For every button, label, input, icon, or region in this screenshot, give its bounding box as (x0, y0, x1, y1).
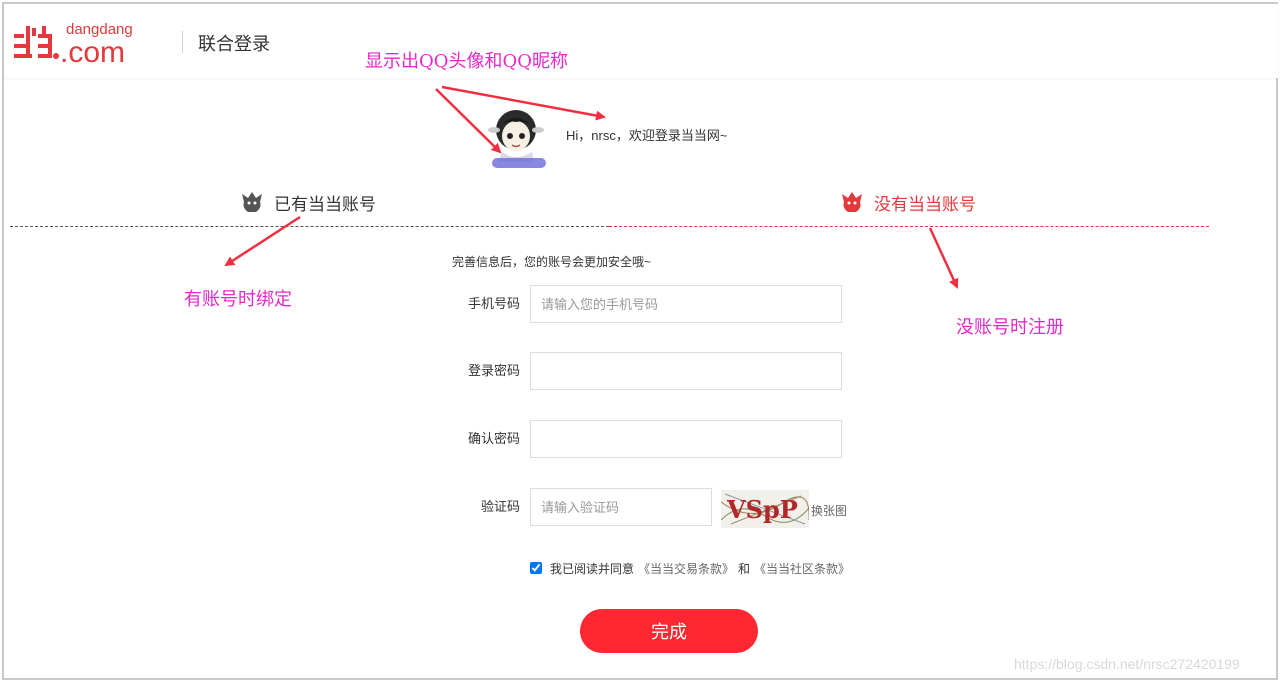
captcha-label: 验证码 (480, 499, 520, 514)
tab-divider-left (10, 226, 609, 227)
dog-head-icon (842, 192, 862, 212)
agreement-row: 我已阅读并同意 《当当交易条款》 和 《当当社区条款》 (530, 559, 854, 577)
tab-no-account[interactable]: 没有当当账号 (838, 188, 976, 216)
agree-and-text: 和 (738, 561, 751, 576)
trade-terms-link[interactable]: 《当当交易条款》 (638, 560, 734, 577)
greeting-text: Hi，nrsc，欢迎登录当当网~ (566, 128, 728, 143)
screenshot-frame (2, 2, 1278, 680)
phone-label: 手机号码 (467, 296, 520, 311)
captcha-refresh-link[interactable]: 换张图 (811, 502, 847, 519)
header-divider (182, 31, 183, 53)
phone-input[interactable] (530, 285, 842, 323)
password-input[interactable] (530, 352, 842, 390)
page-header: dangdang .com 联合登录 (4, 4, 1278, 78)
password-label: 登录密码 (467, 363, 520, 378)
watermark: https://blog.csdn.net/nrsc272420199 (1014, 656, 1240, 672)
tab-divider-right (609, 226, 1209, 227)
logo-domain-text: .com (60, 36, 125, 66)
page-title: 联合登录 (198, 34, 270, 54)
form-hint: 完善信息后，您的账号会更加安全哦~ (452, 255, 652, 269)
tab-existing-label: 已有当当账号 (274, 194, 376, 214)
tab-no-account-label: 没有当当账号 (874, 194, 976, 214)
agree-checkbox[interactable] (530, 562, 542, 574)
confirm-password-input[interactable] (530, 420, 842, 458)
dangdang-logo[interactable]: dangdang .com (12, 20, 162, 66)
annotation-bind: 有账号时绑定 (184, 289, 292, 310)
community-terms-link[interactable]: 《当当社区条款》 (754, 560, 850, 577)
captcha-image[interactable]: VSpP (721, 490, 809, 528)
agree-text: 我已阅读并同意 (550, 561, 635, 576)
tab-existing-account[interactable]: 已有当当账号 (238, 188, 376, 216)
confirm-password-label: 确认密码 (467, 431, 520, 446)
qq-avatar-icon (488, 110, 546, 168)
captcha-text: VSpP (726, 495, 798, 524)
dog-head-icon (242, 192, 262, 212)
annotation-avatar: 显示出QQ头像和QQ昵称 (365, 51, 569, 72)
annotation-register: 没账号时注册 (956, 317, 1064, 338)
captcha-input[interactable] (530, 488, 712, 526)
submit-button[interactable]: 完成 (580, 609, 758, 653)
